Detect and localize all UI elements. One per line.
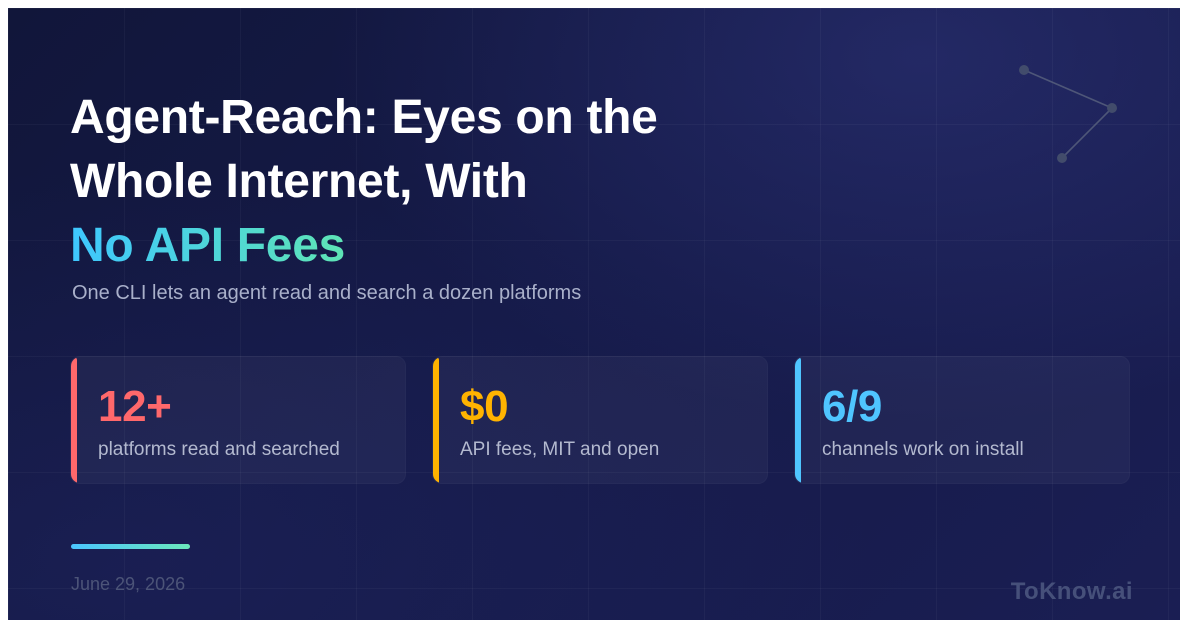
stat-label: channels work on install — [822, 439, 1024, 460]
stat-value: 6/9 — [822, 382, 882, 431]
stat-label: platforms read and searched — [98, 439, 340, 460]
subtitle: One CLI lets an agent read and search a … — [72, 282, 582, 304]
stat-value: $0 — [460, 382, 509, 431]
headline: Agent-Reach: Eyes on the Whole Internet,… — [70, 86, 790, 278]
publication-date: June 29, 2026 — [71, 574, 186, 594]
network-nodes-icon — [1019, 65, 1117, 163]
headline-highlight: No API Fees — [70, 219, 345, 272]
headline-line-1: Agent-Reach: Eyes on the — [70, 91, 658, 144]
stat-card-platforms: 12+ platforms read and searched — [70, 356, 406, 484]
stat-value: 12+ — [98, 382, 172, 431]
stats-row: 12+ platforms read and searched $0 API f… — [70, 356, 1132, 484]
stat-accent-bar — [795, 357, 801, 483]
brand-logo: ToKnow.ai — [1010, 578, 1133, 605]
hero-card: Agent-Reach: Eyes on the Whole Internet,… — [8, 8, 1180, 620]
headline-line-2: Whole Internet, With — [70, 155, 528, 208]
stat-card-channels: 6/9 channels work on install — [794, 356, 1130, 484]
stat-accent-bar — [433, 357, 439, 483]
stat-accent-bar — [71, 357, 77, 483]
stat-card-api-fees: $0 API fees, MIT and open — [432, 356, 768, 484]
accent-divider — [71, 544, 190, 549]
stat-label: API fees, MIT and open — [460, 439, 660, 460]
